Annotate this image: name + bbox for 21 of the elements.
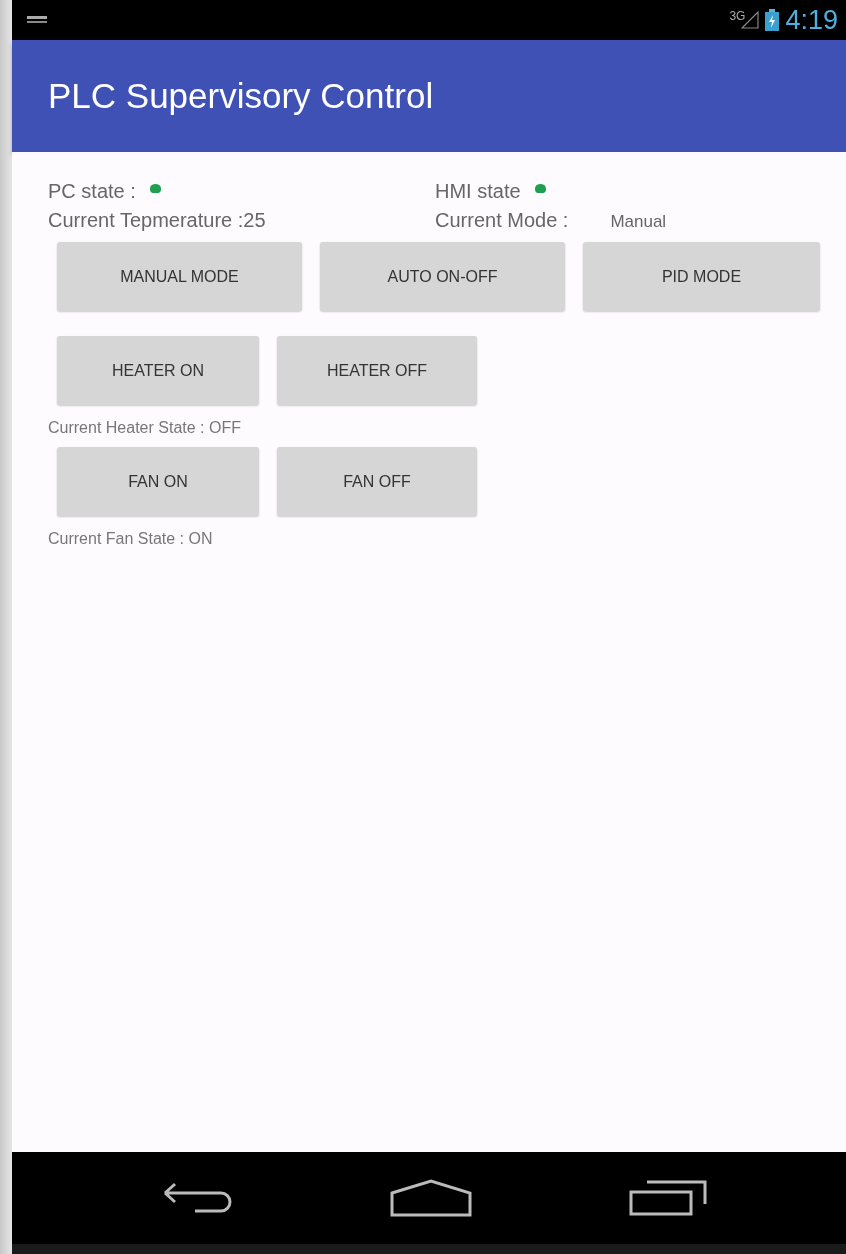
fan-button[interactable]: FAN OFF: [277, 447, 477, 516]
mode-button[interactable]: PID MODE: [583, 242, 820, 311]
heater-state-text: Current Heater State : OFF: [48, 419, 242, 437]
home-icon[interactable]: [390, 1179, 472, 1217]
mode-button[interactable]: AUTO ON-OFF: [320, 242, 565, 311]
state-label: PC state :: [48, 180, 136, 203]
fan-state-text: Current Fan State : ON: [48, 530, 214, 548]
mode-button[interactable]: MANUAL MODE: [57, 242, 302, 311]
recent-apps-icon[interactable]: [629, 1180, 708, 1216]
fan-button[interactable]: FAN ON: [57, 447, 259, 516]
clock-time: 4:19: [785, 4, 838, 36]
keyboard-icon: [26, 15, 48, 25]
network-type: 3G: [729, 8, 746, 23]
state-label: HMI state: [435, 180, 521, 203]
reading-label: Current Mode :: [435, 209, 569, 232]
heater-button[interactable]: HEATER OFF: [277, 336, 477, 405]
reading-value: Manual: [610, 212, 667, 232]
app-title: PLC Supervisory Control: [48, 76, 434, 116]
heater-button[interactable]: HEATER ON: [57, 336, 259, 405]
battery-icon: [765, 9, 780, 31]
reading-label: Current Tepmerature :25: [48, 209, 266, 232]
